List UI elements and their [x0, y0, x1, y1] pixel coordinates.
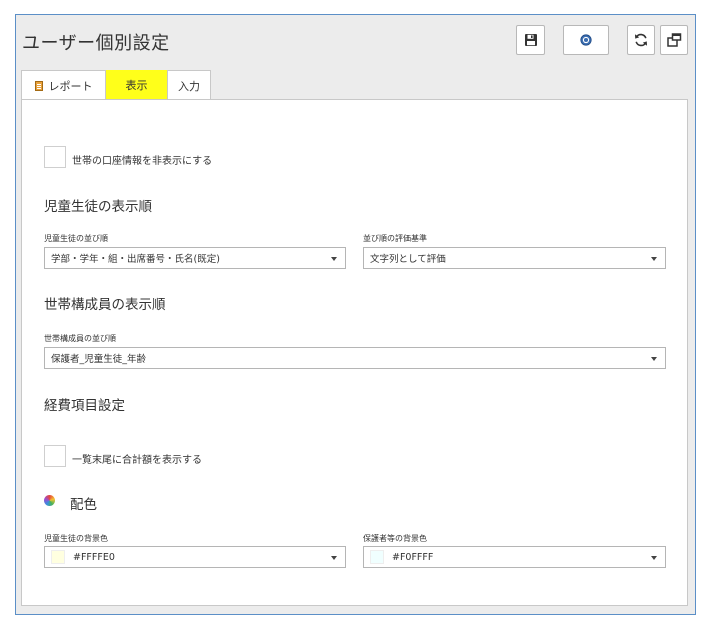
sort-criteria-value: 文字列として評価: [370, 254, 446, 265]
sort-criteria-select[interactable]: 文字列として評価: [363, 247, 666, 269]
tab-report[interactable]: レポート: [21, 70, 106, 100]
guardian-bg-label: 保護者等の背景色: [363, 534, 427, 543]
tab-report-label: レポート: [48, 79, 93, 93]
floppy-disk-icon: [524, 34, 537, 46]
chevron-down-icon: [651, 357, 657, 361]
student-sort-value: 学部・学年・組・出席番号・氏名(既定): [51, 254, 220, 265]
tab-input[interactable]: 入力: [167, 70, 211, 100]
show-total-checkbox[interactable]: [44, 445, 66, 467]
help-circle-icon: [580, 34, 592, 46]
window-popout-icon: [667, 33, 682, 47]
member-sort-value: 保護者_児童生徒_年齢: [51, 354, 147, 365]
report-document-icon: [34, 80, 43, 91]
chevron-down-icon: [651, 556, 657, 560]
member-sort-select[interactable]: 保護者_児童生徒_年齢: [44, 347, 666, 369]
page-title: ユーザー個別設定: [22, 33, 170, 54]
student-bg-value: #FFFFE0: [73, 551, 115, 563]
display-settings-panel: 世帯の口座情報を非表示にする 児童生徒の表示順 児童生徒の並び順 学部・学年・組…: [21, 99, 688, 606]
sort-criteria-label: 並び順の評価基準: [363, 234, 427, 243]
popout-button[interactable]: [660, 25, 688, 55]
show-total-label: 一覧末尾に合計額を表示する: [72, 455, 202, 466]
chevron-down-icon: [331, 556, 337, 560]
chevron-down-icon: [651, 257, 657, 261]
colors-heading: 配色: [70, 497, 97, 513]
hide-account-info-checkbox[interactable]: [44, 146, 66, 168]
student-bg-label: 児童生徒の背景色: [44, 534, 108, 543]
student-sort-select[interactable]: 学部・学年・組・出席番号・氏名(既定): [44, 247, 346, 269]
member-order-heading: 世帯構成員の表示順: [44, 297, 166, 313]
guardian-bg-value: #F0FFFF: [392, 551, 434, 563]
expense-heading: 経費項目設定: [44, 398, 125, 414]
save-button[interactable]: [516, 25, 545, 55]
refresh-button[interactable]: [627, 25, 655, 55]
tab-display[interactable]: 表示: [106, 70, 167, 100]
help-button[interactable]: [563, 25, 609, 55]
settings-window: ユーザー個別設定 レポート 表示 入力 世帯の口座情報を非表示にする 児童生徒の…: [15, 14, 696, 615]
refresh-icon: [635, 33, 647, 47]
guardian-bg-select[interactable]: #F0FFFF: [363, 546, 666, 568]
hide-account-info-label: 世帯の口座情報を非表示にする: [72, 156, 213, 167]
tab-display-label: 表示: [125, 79, 148, 92]
palette-icon: [44, 495, 55, 506]
chevron-down-icon: [331, 257, 337, 261]
student-bg-select[interactable]: #FFFFE0: [44, 546, 346, 568]
student-order-heading: 児童生徒の表示順: [44, 199, 152, 215]
color-swatch: [51, 550, 65, 564]
student-sort-label: 児童生徒の並び順: [44, 234, 108, 243]
tab-input-label: 入力: [178, 79, 200, 93]
color-swatch: [370, 550, 384, 564]
member-sort-label: 世帯構成員の並び順: [44, 334, 116, 343]
